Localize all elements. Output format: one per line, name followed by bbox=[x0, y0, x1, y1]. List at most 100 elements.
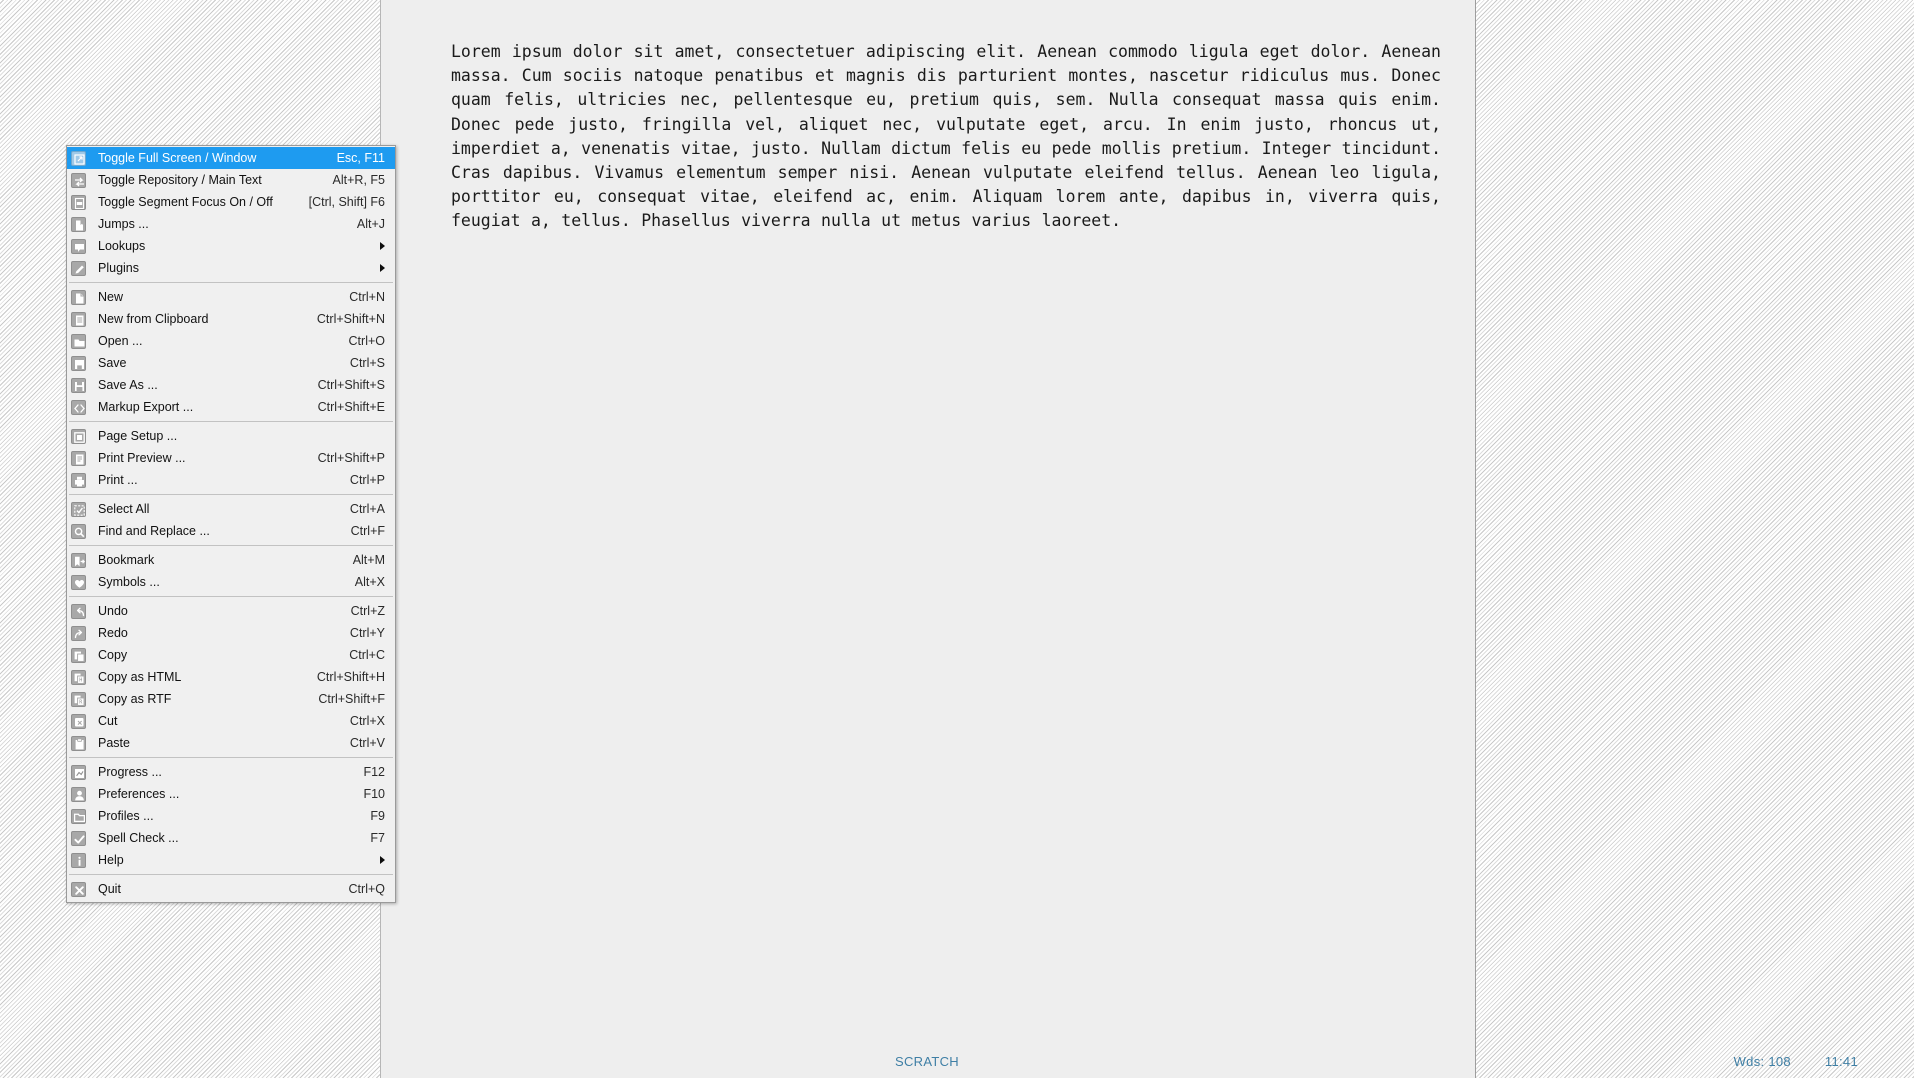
printer-icon bbox=[71, 472, 86, 488]
profiles-folder-icon bbox=[71, 808, 86, 824]
clipboard-document-icon bbox=[71, 311, 86, 327]
info-icon bbox=[71, 852, 86, 868]
page-setup-icon bbox=[71, 428, 86, 444]
bookmark-page-icon bbox=[71, 216, 86, 232]
menu-item-label: Bookmark bbox=[98, 553, 155, 567]
menu-item-bookmark[interactable]: Bookmark Alt+M bbox=[67, 549, 395, 571]
menu-item-symbols[interactable]: Symbols ... Alt+X bbox=[67, 571, 395, 593]
status-bar-right-group: Wds: 108 11:41 bbox=[1734, 1054, 1858, 1069]
menu-separator bbox=[69, 874, 393, 875]
checkmark-icon bbox=[71, 830, 86, 846]
menu-item-label: Toggle Segment Focus On / Off bbox=[98, 195, 273, 209]
status-document-name[interactable]: SCRATCH bbox=[895, 1054, 959, 1069]
menu-item-plugins[interactable]: Plugins bbox=[67, 257, 395, 279]
menu-item-markup-export[interactable]: Markup Export ... Ctrl+Shift+E bbox=[67, 396, 395, 418]
menu-item-select-all[interactable]: Select All Ctrl+A bbox=[67, 498, 395, 520]
menu-item-undo[interactable]: Undo Ctrl+Z bbox=[67, 600, 395, 622]
status-clock: 11:41 bbox=[1824, 1053, 1858, 1069]
menu-item-shortcut: F7 bbox=[370, 831, 385, 845]
chevron-right-icon bbox=[380, 856, 385, 864]
select-all-icon bbox=[71, 501, 86, 517]
menu-item-label: Print Preview ... bbox=[98, 451, 186, 465]
new-document-icon bbox=[71, 289, 86, 305]
menu-item-new[interactable]: New Ctrl+N bbox=[67, 286, 395, 308]
save-disk-icon bbox=[71, 355, 86, 371]
menu-item-label: New from Clipboard bbox=[98, 312, 209, 326]
redo-arrow-icon bbox=[71, 625, 86, 641]
plug-pen-icon bbox=[71, 260, 86, 276]
document-text-body[interactable]: Lorem ipsum dolor sit amet, consectetuer… bbox=[451, 40, 1441, 234]
menu-item-shortcut: Ctrl+Shift+H bbox=[316, 670, 385, 684]
menu-item-label: Toggle Repository / Main Text bbox=[98, 173, 262, 187]
menu-item-shortcut: Alt+M bbox=[352, 553, 385, 567]
menu-item-shortcut: Alt+J bbox=[356, 217, 385, 231]
menu-item-label: New bbox=[98, 290, 124, 304]
paste-clipboard-icon bbox=[71, 735, 86, 751]
menu-item-label: Help bbox=[98, 853, 124, 867]
menu-item-shortcut: Ctrl+Shift+P bbox=[317, 451, 385, 465]
menu-item-redo[interactable]: Redo Ctrl+Y bbox=[67, 622, 395, 644]
menu-item-lookups[interactable]: Lookups bbox=[67, 235, 395, 257]
menu-item-progress[interactable]: Progress ... F12 bbox=[67, 761, 395, 783]
menu-item-label: Open ... bbox=[98, 334, 143, 348]
menu-item-shortcut: Ctrl+C bbox=[349, 648, 385, 662]
menu-item-jumps[interactable]: Jumps ... Alt+J bbox=[67, 213, 395, 235]
menu-item-toggle-full-screen-window[interactable]: Toggle Full Screen / Window Esc, F11 bbox=[67, 147, 395, 169]
menu-item-label: Page Setup ... bbox=[98, 429, 178, 443]
menu-item-save[interactable]: Save Ctrl+S bbox=[67, 352, 395, 374]
context-menu[interactable]: Toggle Full Screen / Window Esc, F11 Toggl… bbox=[66, 145, 396, 903]
save-as-disk-icon bbox=[71, 377, 86, 393]
menu-item-profiles[interactable]: Profiles ... F9 bbox=[67, 805, 395, 827]
menu-item-label: Preferences ... bbox=[98, 787, 180, 801]
menu-item-preferences[interactable]: Preferences ... F10 bbox=[67, 783, 395, 805]
menu-item-label: Print ... bbox=[98, 473, 138, 487]
menu-item-new-from-clipboard[interactable]: New from Clipboard Ctrl+Shift+N bbox=[67, 308, 395, 330]
menu-item-toggle-segment-focus-on-off[interactable]: Toggle Segment Focus On / Off [Ctrl, Shif… bbox=[67, 191, 395, 213]
menu-item-print-preview[interactable]: Print Preview ... Ctrl+Shift+P bbox=[67, 447, 395, 469]
menu-item-shortcut: F10 bbox=[363, 787, 385, 801]
menu-item-shortcut: Ctrl+N bbox=[349, 290, 385, 304]
menu-item-shortcut: Ctrl+V bbox=[349, 736, 385, 750]
menu-item-label: Symbols ... bbox=[98, 575, 160, 589]
menu-item-copy-as-rtf[interactable]: R Copy as RTF Ctrl+Shift+F bbox=[67, 688, 395, 710]
open-folder-icon bbox=[71, 333, 86, 349]
copy-rtf-icon: R bbox=[71, 691, 86, 707]
magnifier-icon bbox=[71, 523, 86, 539]
menu-item-label: Copy as HTML bbox=[98, 670, 182, 684]
menu-item-help[interactable]: Help bbox=[67, 849, 395, 871]
menu-item-label: Progress ... bbox=[98, 765, 162, 779]
menu-item-find-and-replace[interactable]: Find and Replace ... Ctrl+F bbox=[67, 520, 395, 542]
menu-separator bbox=[69, 757, 393, 758]
menu-item-label: Markup Export ... bbox=[98, 400, 194, 414]
menu-item-toggle-repository-main-text[interactable]: Toggle Repository / Main Text Alt+R, F5 bbox=[67, 169, 395, 191]
undo-arrow-icon bbox=[71, 603, 86, 619]
menu-item-shortcut: [Ctrl, Shift] F6 bbox=[308, 195, 385, 209]
document-panel[interactable]: Lorem ipsum dolor sit amet, consectetuer… bbox=[380, 0, 1476, 1078]
menu-item-open[interactable]: Open ... Ctrl+O bbox=[67, 330, 395, 352]
progress-chart-icon bbox=[71, 764, 86, 780]
menu-item-spell-check[interactable]: Spell Check ... F7 bbox=[67, 827, 395, 849]
menu-item-shortcut: Ctrl+X bbox=[349, 714, 385, 728]
menu-item-shortcut: Ctrl+Y bbox=[349, 626, 385, 640]
menu-item-shortcut: Alt+R, F5 bbox=[332, 173, 385, 187]
menu-item-quit[interactable]: Quit Ctrl+Q bbox=[67, 878, 395, 900]
svg-text:H: H bbox=[79, 677, 82, 683]
menu-item-copy-as-html[interactable]: H Copy as HTML Ctrl+Shift+H bbox=[67, 666, 395, 688]
copy-icon bbox=[71, 647, 86, 663]
menu-item-print[interactable]: Print ... Ctrl+P bbox=[67, 469, 395, 491]
menu-separator bbox=[69, 282, 393, 283]
chevron-right-icon bbox=[380, 242, 385, 250]
menu-item-shortcut: F9 bbox=[370, 809, 385, 823]
menu-item-paste[interactable]: Paste Ctrl+V bbox=[67, 732, 395, 754]
menu-item-shortcut: Ctrl+Shift+F bbox=[318, 692, 385, 706]
menu-separator bbox=[69, 545, 393, 546]
menu-item-save-as[interactable]: Save As ... Ctrl+Shift+S bbox=[67, 374, 395, 396]
menu-separator bbox=[69, 494, 393, 495]
menu-item-cut[interactable]: Cut Ctrl+X bbox=[67, 710, 395, 732]
menu-item-label: Spell Check ... bbox=[98, 831, 179, 845]
menu-item-label: Copy as RTF bbox=[98, 692, 172, 706]
menu-item-shortcut: Ctrl+F bbox=[350, 524, 385, 538]
menu-item-copy[interactable]: Copy Ctrl+C bbox=[67, 644, 395, 666]
menu-item-shortcut: Ctrl+Z bbox=[350, 604, 385, 618]
menu-item-page-setup[interactable]: Page Setup ... bbox=[67, 425, 395, 447]
